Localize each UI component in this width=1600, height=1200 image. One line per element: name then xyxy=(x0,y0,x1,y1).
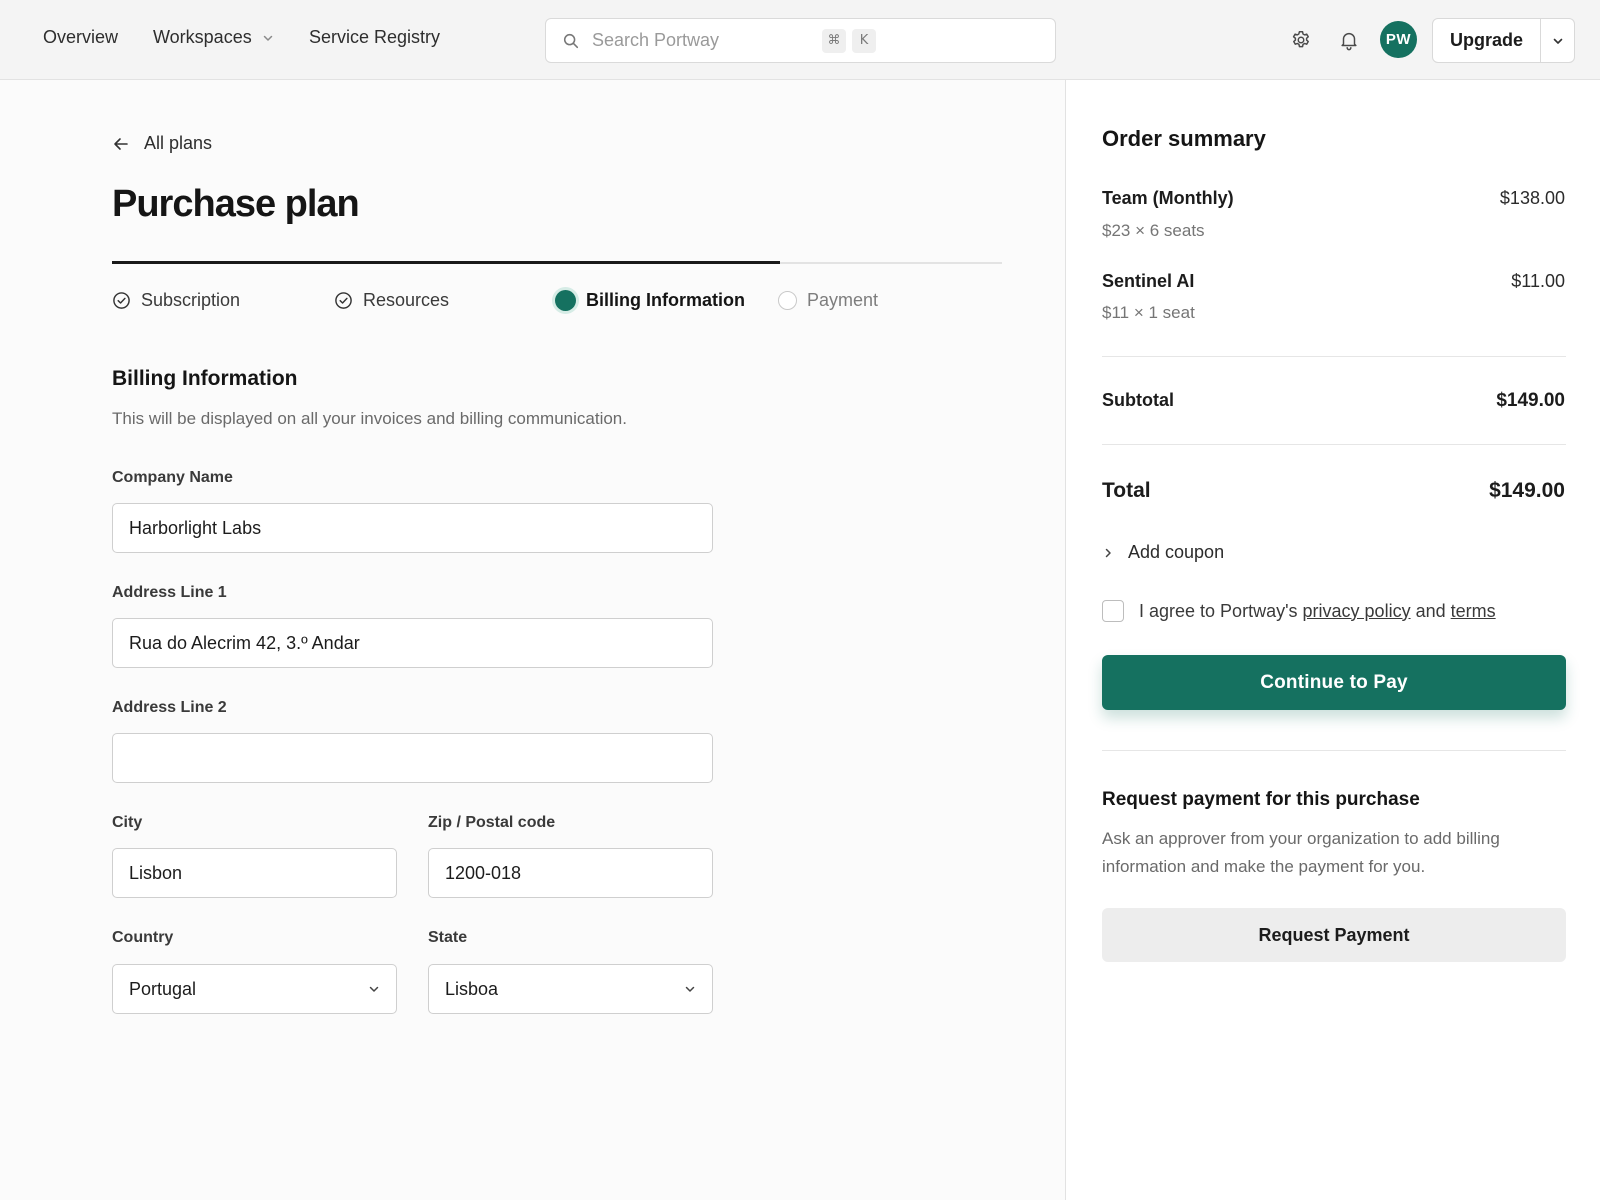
terms-link[interactable]: terms xyxy=(1451,601,1496,621)
step-label: Billing Information xyxy=(586,290,745,310)
step-resources[interactable]: Resources xyxy=(334,290,449,311)
company-name-input[interactable] xyxy=(129,517,696,539)
city-input[interactable] xyxy=(129,862,380,884)
back-to-plans-link[interactable]: All plans xyxy=(112,133,212,154)
top-navigation-bar: Overview Workspaces Service Registry ⌘ K… xyxy=(0,0,1600,80)
zip-code-label: Zip / Postal code xyxy=(428,814,556,831)
order-summary-title: Order summary xyxy=(1102,126,1266,151)
shortcut-key-k: K xyxy=(852,28,876,53)
continue-to-pay-button[interactable]: Continue to Pay xyxy=(1102,655,1566,710)
pending-step-circle-icon xyxy=(778,291,797,310)
step-payment[interactable]: Payment xyxy=(778,290,878,311)
chevron-down-icon xyxy=(685,986,695,992)
chevron-right-icon xyxy=(1105,548,1111,557)
upgrade-dropdown-toggle[interactable] xyxy=(1541,19,1574,62)
step-label: Payment xyxy=(807,290,879,310)
shortcut-key-command: ⌘ xyxy=(822,28,846,53)
address-line-2-label: Address Line 2 xyxy=(112,699,227,716)
step-billing-information[interactable]: Billing Information xyxy=(555,290,745,311)
bell-icon xyxy=(1341,32,1357,51)
back-link-label: All plans xyxy=(144,133,213,153)
line-item-name: Sentinel AI xyxy=(1102,271,1195,291)
upgrade-split-button: Upgrade xyxy=(1432,18,1575,63)
zip-code-input[interactable] xyxy=(445,862,696,884)
chevron-down-icon xyxy=(369,986,379,992)
privacy-policy-link[interactable]: privacy policy xyxy=(1303,601,1411,621)
agree-terms-checkbox[interactable] xyxy=(1102,600,1124,622)
user-avatar[interactable]: PW xyxy=(1380,21,1417,58)
line-item-name: Team (Monthly) xyxy=(1102,188,1234,208)
state-selected-value: Lisboa xyxy=(445,978,499,999)
step-label: Subscription xyxy=(141,290,241,310)
state-label: State xyxy=(428,929,468,946)
upgrade-button[interactable]: Upgrade xyxy=(1433,19,1541,62)
company-name-label: Company Name xyxy=(112,469,233,486)
checkout-progress-fill xyxy=(112,261,780,264)
add-coupon-label: Add coupon xyxy=(1128,542,1225,562)
order-summary-panel: Order summary Team (Monthly) $138.00 $23… xyxy=(1065,80,1600,1200)
country-selected-value: Portugal xyxy=(129,978,197,999)
subtotal-value: $149.00 xyxy=(1496,390,1565,411)
line-item-price: $11.00 xyxy=(1511,271,1565,291)
state-select[interactable]: Lisboa xyxy=(428,964,713,1014)
total-label: Total xyxy=(1102,479,1151,502)
address-line-1-label: Address Line 1 xyxy=(112,584,227,601)
city-label: City xyxy=(112,814,143,831)
search-icon xyxy=(563,33,579,48)
notifications-button[interactable] xyxy=(1335,26,1363,54)
nav-link-label: Overview xyxy=(43,27,119,47)
checkout-progress-bar xyxy=(112,261,1002,264)
search-box[interactable]: ⌘ K xyxy=(545,18,1056,63)
subtotal-label: Subtotal xyxy=(1102,390,1174,410)
settings-button[interactable] xyxy=(1287,26,1315,54)
zip-code-field-wrapper xyxy=(428,848,713,898)
chevron-down-icon xyxy=(263,35,272,41)
country-label: Country xyxy=(112,929,174,946)
nav-link-overview[interactable]: Overview xyxy=(43,27,118,48)
line-item-detail: $23 × 6 seats xyxy=(1102,221,1205,240)
arrow-left-icon xyxy=(114,137,128,150)
company-name-field-wrapper xyxy=(112,503,713,553)
billing-section-description: This will be displayed on all your invoi… xyxy=(112,409,627,428)
divider xyxy=(1102,750,1566,751)
check-circle-icon xyxy=(113,292,130,309)
total-value: $149.00 xyxy=(1489,479,1565,502)
nav-link-label: Workspaces xyxy=(153,27,252,47)
nav-link-workspaces[interactable]: Workspaces xyxy=(153,27,274,48)
nav-link-label: Service Registry xyxy=(309,27,441,47)
billing-section-title: Billing Information xyxy=(112,367,298,390)
request-payment-button[interactable]: Request Payment xyxy=(1102,908,1566,962)
address-line-1-field-wrapper xyxy=(112,618,713,668)
add-coupon-toggle[interactable]: Add coupon xyxy=(1102,542,1224,563)
page-title: Purchase plan xyxy=(112,183,360,225)
address-line-2-input[interactable] xyxy=(129,747,696,769)
agreement-text: I agree to Portway's privacy policy and … xyxy=(1139,601,1496,622)
step-label: Resources xyxy=(363,290,450,310)
nav-link-service-registry[interactable]: Service Registry xyxy=(309,27,440,48)
request-payment-title: Request payment for this purchase xyxy=(1102,789,1420,810)
address-line-1-input[interactable] xyxy=(129,632,696,654)
agreement-and: and xyxy=(1415,600,1446,621)
agreement-prefix: I agree to Portway's xyxy=(1139,600,1298,621)
divider xyxy=(1102,444,1566,445)
check-circle-icon xyxy=(335,292,352,309)
country-select[interactable]: Portugal xyxy=(112,964,397,1014)
step-subscription[interactable]: Subscription xyxy=(112,290,240,311)
terms-agreement: I agree to Portway's privacy policy and … xyxy=(1102,600,1496,622)
city-field-wrapper xyxy=(112,848,397,898)
search-input[interactable] xyxy=(592,30,822,51)
active-step-dot-icon xyxy=(555,290,576,311)
purchase-main-panel: All plans Purchase plan Subscription Res… xyxy=(0,80,1065,1200)
line-item-detail: $11 × 1 seat xyxy=(1102,303,1195,322)
request-payment-description: Ask an approver from your organization t… xyxy=(1102,829,1500,876)
divider xyxy=(1102,356,1566,357)
chevron-down-icon xyxy=(1553,38,1562,44)
address-line-2-field-wrapper xyxy=(112,733,713,783)
gear-icon xyxy=(1292,31,1309,48)
line-item-price: $138.00 xyxy=(1499,188,1565,208)
